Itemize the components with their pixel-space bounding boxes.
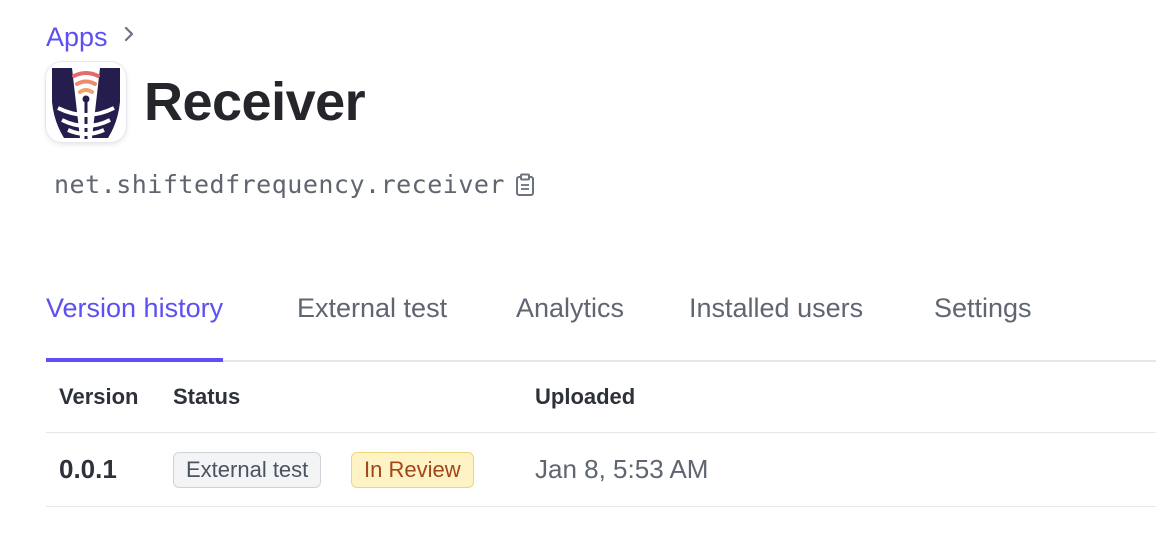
status-badge-external-test: External test bbox=[173, 452, 322, 488]
breadcrumb: Apps bbox=[46, 20, 136, 54]
tab-version-history[interactable]: Version history bbox=[46, 284, 224, 362]
app-title: Receiver bbox=[144, 72, 366, 132]
breadcrumb-apps-link[interactable]: Apps bbox=[46, 20, 108, 54]
table-row[interactable]: 0.0.1 External test In Review Jan 8, 5:5… bbox=[46, 433, 1156, 507]
clipboard-icon[interactable] bbox=[515, 173, 535, 197]
column-header-uploaded[interactable]: Uploaded bbox=[535, 384, 635, 410]
receiver-app-icon bbox=[46, 62, 126, 142]
bundle-id-row: net.shiftedfrequency.receiver bbox=[54, 170, 535, 199]
tab-bar: Version history External test Analytics … bbox=[46, 284, 1156, 362]
chevron-right-icon bbox=[122, 20, 136, 54]
tab-external-test[interactable]: External test bbox=[297, 284, 447, 360]
column-header-status[interactable]: Status bbox=[173, 384, 240, 410]
tab-settings[interactable]: Settings bbox=[934, 284, 1032, 360]
bundle-id: net.shiftedfrequency.receiver bbox=[54, 170, 505, 199]
status-badge-in-review: In Review bbox=[351, 452, 474, 488]
table-header: Version Status Uploaded bbox=[46, 362, 1156, 433]
uploaded-cell: Jan 8, 5:53 AM bbox=[535, 454, 709, 484]
tab-analytics[interactable]: Analytics bbox=[516, 284, 624, 360]
column-header-version[interactable]: Version bbox=[59, 384, 138, 410]
app-header: Receiver bbox=[46, 62, 366, 142]
tab-installed-users[interactable]: Installed users bbox=[689, 284, 863, 360]
version-cell: 0.0.1 bbox=[59, 454, 117, 484]
